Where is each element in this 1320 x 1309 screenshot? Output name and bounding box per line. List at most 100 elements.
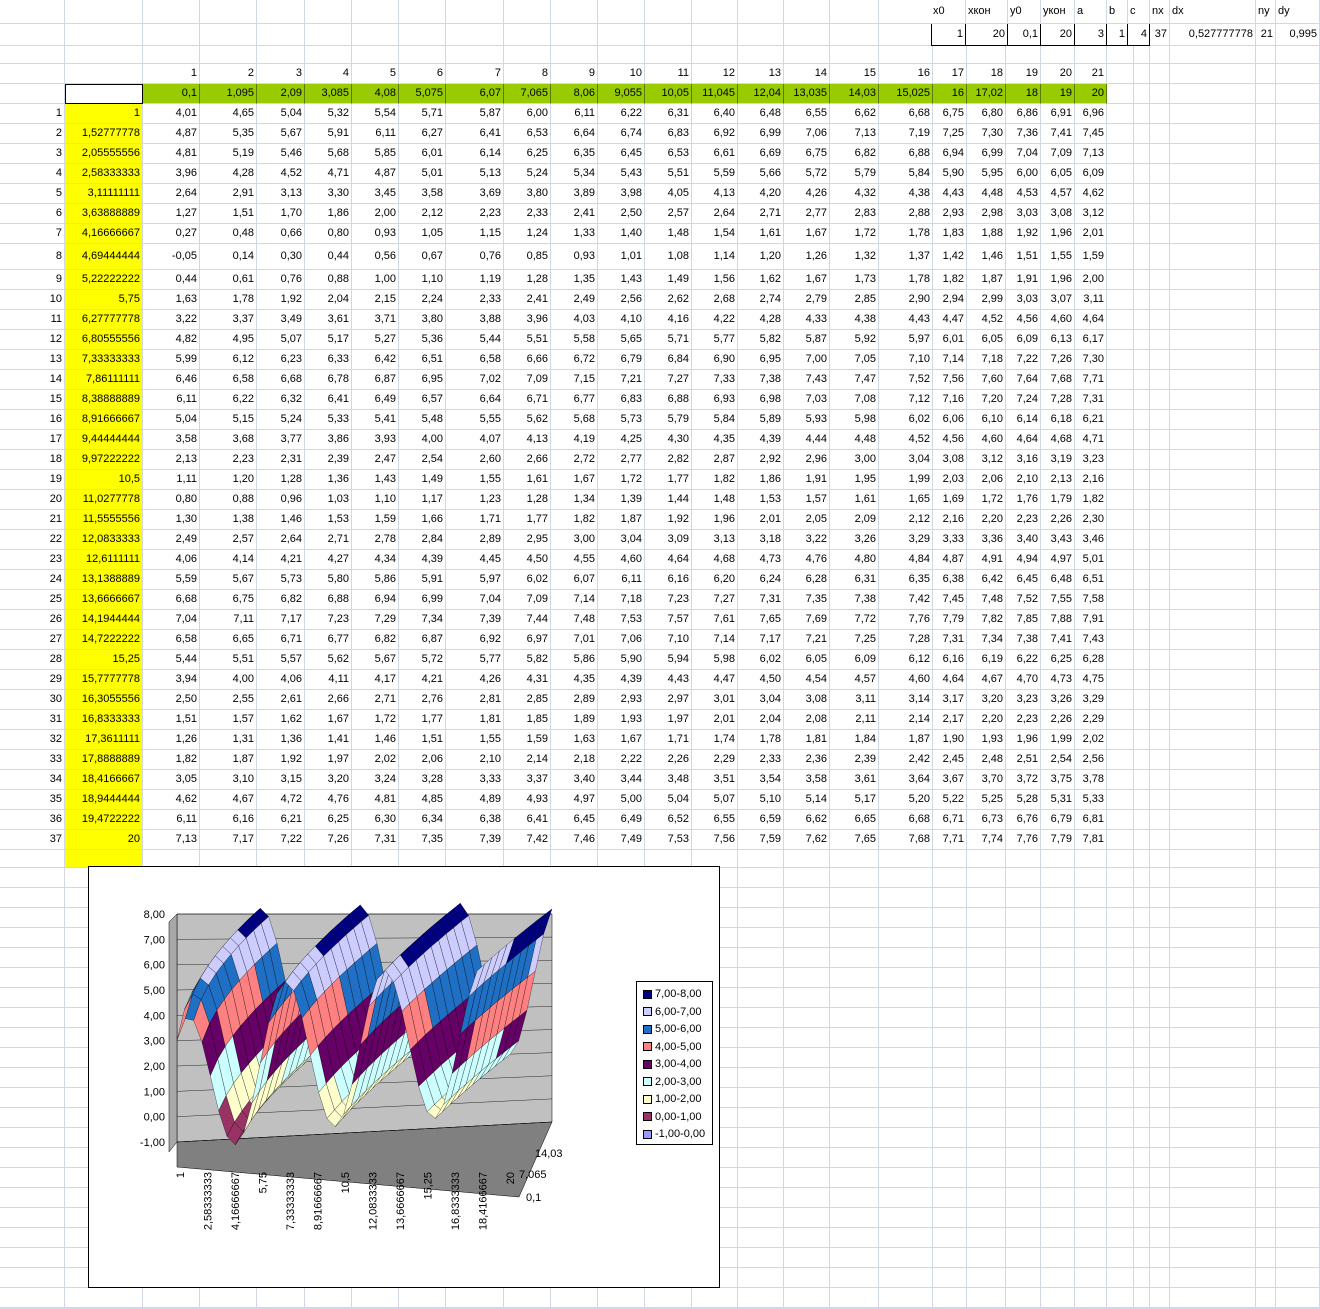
cell[interactable] [1107, 590, 1134, 610]
z-value[interactable]: 7,45 [1075, 124, 1107, 144]
z-value[interactable]: 1,86 [738, 470, 784, 490]
z-value[interactable]: 1,28 [257, 470, 305, 490]
z-value[interactable]: 6,13 [1041, 330, 1075, 350]
cell[interactable] [1170, 84, 1256, 104]
z-value[interactable]: 6,40 [692, 104, 738, 124]
z-value[interactable]: 1,88 [967, 224, 1006, 244]
z-value[interactable]: 5,59 [143, 570, 200, 590]
cell[interactable] [1256, 850, 1276, 868]
z-value[interactable]: 7,68 [1041, 370, 1075, 390]
cell[interactable] [399, 24, 446, 46]
z-value[interactable]: 7,56 [933, 370, 967, 390]
cell[interactable] [1150, 490, 1170, 510]
cell[interactable] [143, 0, 200, 24]
cell[interactable] [1170, 450, 1256, 470]
cell[interactable] [1134, 1108, 1150, 1128]
z-value[interactable]: 3,11 [1075, 290, 1107, 310]
y-value[interactable]: 14,03 [830, 84, 879, 104]
cell[interactable] [1107, 670, 1134, 690]
cell[interactable] [1134, 988, 1150, 1008]
cell[interactable] [1150, 350, 1170, 370]
cell[interactable] [1276, 1168, 1320, 1188]
cell[interactable] [1150, 610, 1170, 630]
cell[interactable] [1256, 590, 1276, 610]
z-value[interactable]: 6,94 [352, 590, 399, 610]
z-value[interactable]: 5,87 [446, 104, 504, 124]
cell[interactable] [1150, 908, 1170, 928]
cell[interactable] [1150, 290, 1170, 310]
z-value[interactable]: 3,28 [399, 770, 446, 790]
x-value[interactable]: 6,27777778 [65, 310, 143, 330]
cell[interactable] [1107, 390, 1134, 410]
z-value[interactable]: 1,31 [200, 730, 257, 750]
cell[interactable] [1150, 1228, 1170, 1248]
z-value[interactable]: 1,03 [305, 490, 352, 510]
cell[interactable] [1170, 470, 1256, 490]
z-value[interactable]: 1,77 [504, 510, 551, 530]
z-value[interactable]: 2,87 [692, 450, 738, 470]
cell[interactable] [305, 24, 352, 46]
cell[interactable] [1170, 1248, 1256, 1268]
z-value[interactable]: 2,74 [738, 290, 784, 310]
cell[interactable] [0, 1068, 65, 1088]
z-value[interactable]: 4,48 [830, 430, 879, 450]
cell[interactable] [1041, 1288, 1075, 1308]
z-value[interactable]: 1,73 [830, 270, 879, 290]
z-value[interactable]: 3,22 [784, 530, 830, 550]
cell[interactable] [1134, 410, 1150, 430]
z-value[interactable]: 6,82 [830, 144, 879, 164]
cell[interactable] [1256, 184, 1276, 204]
z-value[interactable]: 3,14 [879, 690, 933, 710]
cell[interactable] [1041, 1028, 1075, 1048]
z-value[interactable]: 4,60 [967, 430, 1006, 450]
z-value[interactable]: 1,87 [200, 750, 257, 770]
z-value[interactable]: 6,93 [692, 390, 738, 410]
cell[interactable] [200, 0, 257, 24]
z-value[interactable]: 6,45 [598, 144, 645, 164]
z-value[interactable]: 3,15 [257, 770, 305, 790]
z-value[interactable]: 1,92 [1006, 224, 1041, 244]
cell[interactable] [1107, 490, 1134, 510]
cell[interactable] [738, 1008, 784, 1028]
z-value[interactable]: 4,31 [504, 670, 551, 690]
cell[interactable] [879, 968, 933, 988]
cell[interactable] [1006, 1288, 1041, 1308]
z-value[interactable]: 2,89 [446, 530, 504, 550]
z-value[interactable]: 5,67 [200, 570, 257, 590]
z-value[interactable]: 2,23 [200, 450, 257, 470]
z-value[interactable]: 5,68 [305, 144, 352, 164]
cell[interactable] [692, 46, 738, 64]
z-value[interactable]: 7,04 [446, 590, 504, 610]
z-value[interactable]: 2,00 [1075, 270, 1107, 290]
z-value[interactable]: 6,25 [1041, 650, 1075, 670]
cell[interactable] [1075, 1048, 1107, 1068]
cell[interactable] [1075, 1148, 1107, 1168]
z-value[interactable]: 4,35 [692, 430, 738, 450]
cell[interactable] [1006, 1188, 1041, 1208]
cell[interactable] [738, 1108, 784, 1128]
cell[interactable] [1170, 868, 1256, 888]
cell[interactable] [1107, 570, 1134, 590]
z-value[interactable]: 4,11 [305, 670, 352, 690]
z-value[interactable]: 2,62 [645, 290, 692, 310]
cell[interactable] [1041, 908, 1075, 928]
cell[interactable] [645, 1288, 692, 1308]
cell[interactable] [0, 1288, 65, 1308]
cell[interactable] [1006, 888, 1041, 908]
z-value[interactable]: 3,45 [352, 184, 399, 204]
z-value[interactable]: 1,10 [352, 490, 399, 510]
z-value[interactable]: 4,50 [504, 550, 551, 570]
z-value[interactable]: 7,53 [645, 830, 692, 850]
cell[interactable] [784, 928, 830, 948]
z-value[interactable]: 4,05 [645, 184, 692, 204]
z-value[interactable]: 3,24 [352, 770, 399, 790]
cell[interactable] [1170, 570, 1256, 590]
z-value[interactable]: 4,06 [143, 550, 200, 570]
z-value[interactable]: 4,67 [967, 670, 1006, 690]
z-value[interactable]: 3,08 [1041, 204, 1075, 224]
z-value[interactable]: 0,56 [352, 244, 399, 270]
z-value[interactable]: 7,57 [645, 610, 692, 630]
z-value[interactable]: 5,80 [305, 570, 352, 590]
cell[interactable] [1170, 830, 1256, 850]
cell[interactable] [1256, 1268, 1276, 1288]
